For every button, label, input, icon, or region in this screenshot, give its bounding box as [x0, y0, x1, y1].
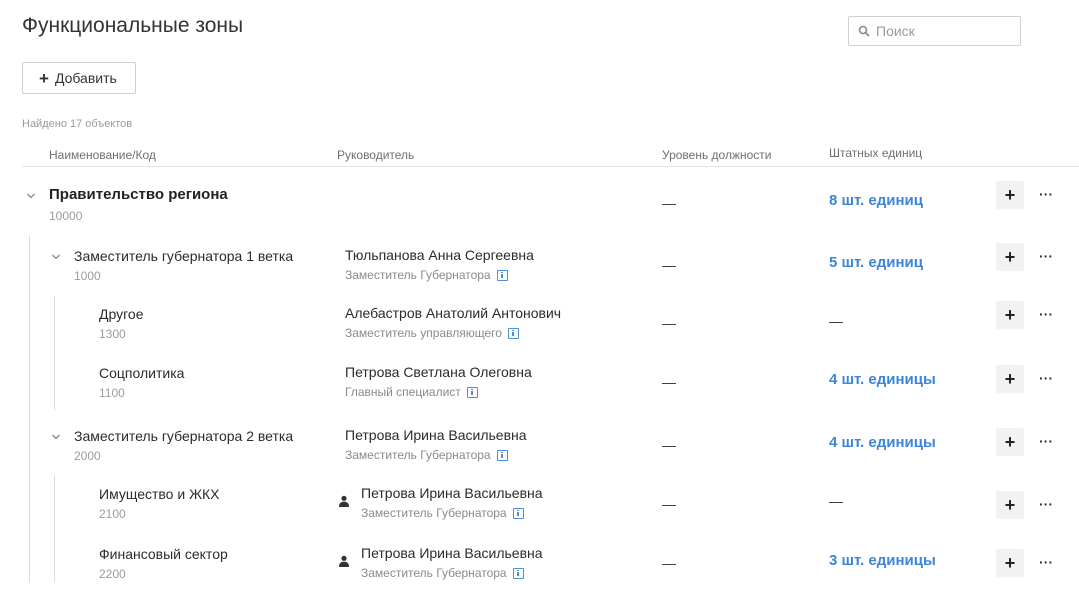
- info-icon[interactable]: [512, 507, 524, 519]
- row-level: —: [662, 374, 676, 390]
- row-staff-units[interactable]: 8 шт. единиц: [829, 192, 923, 209]
- add-button[interactable]: + Добавить: [22, 62, 136, 94]
- row-staff-units[interactable]: 4 шт. единицы: [829, 371, 936, 388]
- row-name: Заместитель губернатора 1 ветка: [74, 248, 294, 264]
- more-icon[interactable]: ···: [1039, 371, 1055, 385]
- row-name: Соцполитика: [99, 365, 185, 381]
- position-label: Заместитель Губернатора: [345, 268, 491, 282]
- user-icon: [339, 495, 349, 507]
- add-child-button[interactable]: +: [996, 428, 1024, 456]
- more-icon[interactable]: ···: [1039, 434, 1055, 448]
- row-level: —: [662, 555, 676, 571]
- row-level: —: [662, 496, 676, 512]
- row-head-name[interactable]: Алебастров Анатолий Антонович: [345, 305, 561, 321]
- row-level: —: [662, 437, 676, 453]
- row-name: Другое: [99, 306, 144, 322]
- row-name: Правительство региона: [49, 186, 228, 203]
- row-head-position: Заместитель Губернатора: [345, 448, 508, 462]
- row-level: —: [662, 315, 676, 331]
- row-name: Финансовый сектор: [99, 546, 228, 562]
- row-code: 2000: [74, 449, 101, 463]
- row-head-name[interactable]: Петрова Ирина Васильевна: [345, 427, 527, 443]
- row-code: 1100: [99, 386, 125, 400]
- info-icon[interactable]: [496, 449, 508, 461]
- row-staff-units[interactable]: 5 шт. единиц: [829, 254, 923, 271]
- position-label: Заместитель Губернатора: [361, 506, 507, 520]
- row-code: 10000: [49, 209, 83, 223]
- search-field[interactable]: [848, 16, 1021, 46]
- search-input[interactable]: [876, 20, 1014, 42]
- add-button-label: Добавить: [54, 70, 117, 86]
- row-head-name[interactable]: Петрова Ирина Васильевна: [361, 545, 543, 561]
- more-icon[interactable]: ···: [1039, 497, 1055, 511]
- info-icon[interactable]: [507, 327, 519, 339]
- add-child-button[interactable]: +: [996, 549, 1024, 577]
- more-icon[interactable]: ···: [1039, 249, 1055, 263]
- row-head-position: Заместитель Губернатора: [361, 566, 524, 580]
- row-staff-units: —: [829, 313, 843, 329]
- column-header-level[interactable]: Уровень должности: [662, 148, 772, 162]
- info-icon[interactable]: [466, 386, 478, 398]
- tree-guide-line: [29, 236, 30, 582]
- results-count: Найдено 17 объектов: [22, 118, 133, 130]
- column-header-name[interactable]: Наименование/Код: [49, 148, 156, 162]
- row-code: 1300: [99, 327, 126, 341]
- chevron-down-icon[interactable]: [26, 192, 36, 200]
- search-icon: [858, 25, 870, 37]
- info-icon[interactable]: [496, 269, 508, 281]
- position-label: Главный специалист: [345, 385, 461, 399]
- row-staff-units: —: [829, 493, 843, 509]
- add-child-button[interactable]: +: [996, 301, 1024, 329]
- position-label: Заместитель Губернатора: [345, 448, 491, 462]
- row-head-position: Главный специалист: [345, 385, 478, 399]
- row-staff-units[interactable]: 3 шт. единицы: [829, 552, 936, 569]
- column-header-head[interactable]: Руководитель: [337, 148, 414, 162]
- row-level: —: [662, 195, 676, 211]
- chevron-down-icon[interactable]: [51, 253, 61, 261]
- user-icon: [339, 555, 349, 567]
- page-title: Функциональные зоны: [22, 14, 244, 37]
- more-icon[interactable]: ···: [1039, 187, 1055, 201]
- tree-guide-line: [54, 296, 55, 410]
- row-code: 2100: [99, 507, 126, 521]
- position-label: Заместитель управляющего: [345, 326, 502, 340]
- row-name: Имущество и ЖКХ: [99, 486, 220, 502]
- row-head-position: Заместитель Губернатора: [361, 506, 524, 520]
- row-level: —: [662, 257, 676, 273]
- more-icon[interactable]: ···: [1039, 307, 1055, 321]
- position-label: Заместитель Губернатора: [361, 566, 507, 580]
- row-name: Заместитель губернатора 2 ветка: [74, 428, 294, 444]
- row-head-position: Заместитель управляющего: [345, 326, 519, 340]
- row-head-position: Заместитель Губернатора: [345, 268, 508, 282]
- row-head-name[interactable]: Петрова Светлана Олеговна: [345, 364, 532, 380]
- column-header-staff[interactable]: Штатных единиц: [829, 146, 922, 160]
- add-child-button[interactable]: +: [996, 181, 1024, 209]
- chevron-down-icon[interactable]: [51, 433, 61, 441]
- row-head-name[interactable]: Тюльпанова Анна Сергеевна: [345, 247, 534, 263]
- header-divider: [22, 166, 1079, 167]
- more-icon[interactable]: ···: [1039, 555, 1055, 569]
- row-code: 1000: [74, 269, 101, 283]
- row-code: 2200: [99, 567, 126, 581]
- row-staff-units[interactable]: 4 шт. единицы: [829, 434, 936, 451]
- add-child-button[interactable]: +: [996, 365, 1024, 393]
- row-head-name[interactable]: Петрова Ирина Васильевна: [361, 485, 543, 501]
- add-child-button[interactable]: +: [996, 491, 1024, 519]
- plus-icon: +: [39, 68, 49, 88]
- tree-guide-line: [54, 476, 55, 582]
- info-icon[interactable]: [512, 567, 524, 579]
- add-child-button[interactable]: +: [996, 243, 1024, 271]
